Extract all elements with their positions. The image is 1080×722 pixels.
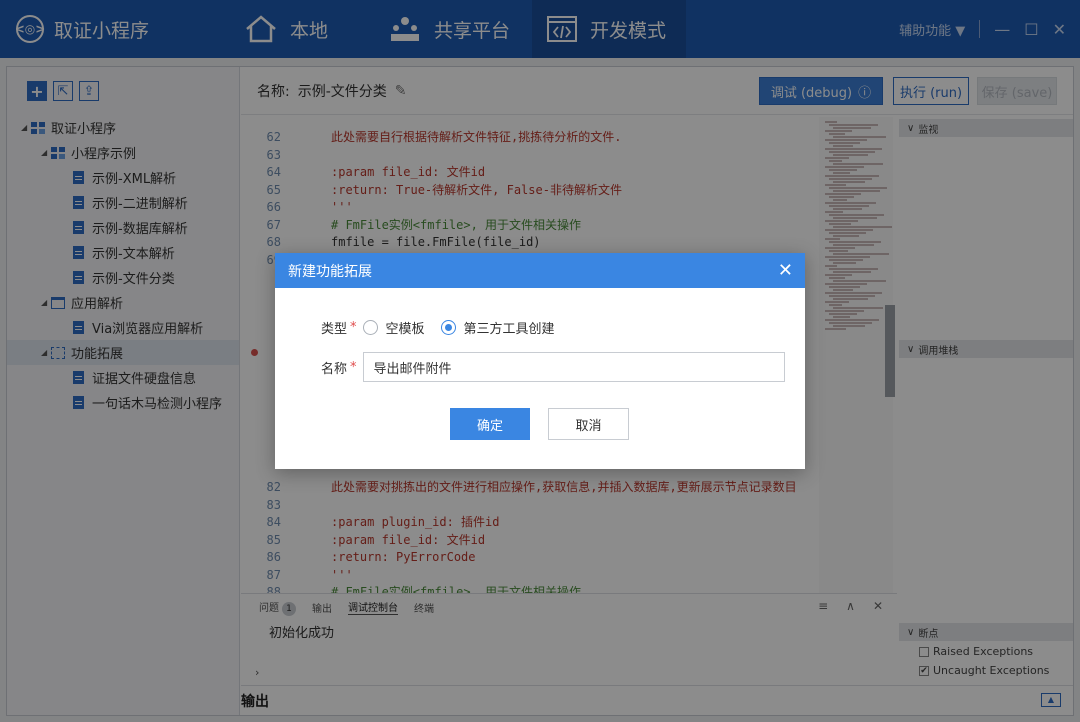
radio-blank-template[interactable] <box>362 320 378 335</box>
type-label: 类型 <box>320 322 347 337</box>
name-input[interactable] <box>362 352 785 382</box>
radio-thirdparty-tool-label[interactable]: 第三方工具创建 <box>464 318 555 337</box>
radio-thirdparty-tool[interactable] <box>440 320 456 335</box>
radio-blank-template-label[interactable]: 空模板 <box>386 318 425 337</box>
close-icon[interactable]: ✕ <box>778 260 793 281</box>
type-row: 类型 * 空模板 第三方工具创建 <box>275 318 571 337</box>
name-row: 名称 * <box>275 352 785 382</box>
new-extension-dialog: 新建功能拓展 ✕ 类型 * 空模板 第三方工具创建 名称 * 确定 取消 <box>275 253 805 469</box>
cancel-button[interactable]: 取消 <box>548 408 629 440</box>
confirm-button[interactable]: 确定 <box>450 408 530 440</box>
required-mark: * <box>350 320 357 335</box>
dialog-title: 新建功能拓展 <box>288 263 372 280</box>
required-mark: * <box>350 359 357 375</box>
name-label: 名称 <box>320 361 347 377</box>
dialog-header: 新建功能拓展 ✕ <box>275 253 805 288</box>
